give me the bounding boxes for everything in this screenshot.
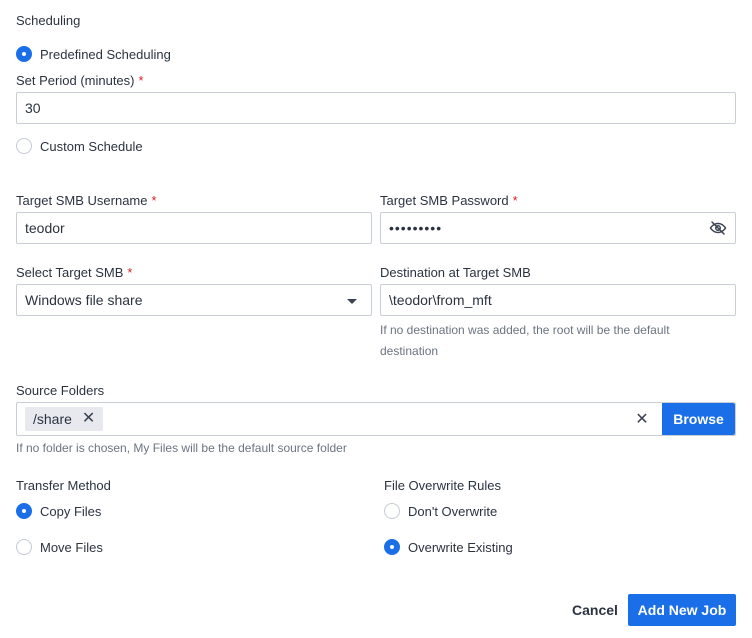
select-smb-label: Select Target SMB * <box>16 265 132 280</box>
predefined-scheduling-radio[interactable] <box>16 46 32 62</box>
smb-password-field[interactable]: ••••••••• <box>380 212 736 244</box>
destination-field[interactable] <box>380 284 736 316</box>
smb-username-field[interactable] <box>16 212 372 244</box>
required-mark: * <box>138 73 144 88</box>
source-folders-label: Source Folders <box>16 383 105 398</box>
add-new-job-button[interactable]: Add New Job <box>628 594 736 626</box>
smb-username-input[interactable] <box>25 220 363 236</box>
source-chip-label: /share <box>33 411 72 427</box>
required-mark: * <box>151 193 157 208</box>
scheduling-title: Scheduling <box>16 13 81 28</box>
copy-files-label: Copy Files <box>40 503 102 519</box>
destination-label: Destination at Target SMB <box>380 265 531 280</box>
predefined-scheduling-option[interactable]: Predefined Scheduling <box>16 46 171 62</box>
destination-help-line1: If no destination was added, the root wi… <box>380 323 670 337</box>
period-input[interactable] <box>25 100 727 116</box>
smb-username-label: Target SMB Username * <box>16 193 157 208</box>
transfer-method-title: Transfer Method <box>16 478 111 493</box>
dont-overwrite-label: Don't Overwrite <box>408 503 498 519</box>
custom-schedule-label: Custom Schedule <box>40 138 143 154</box>
overwrite-rules-title: File Overwrite Rules <box>384 478 502 493</box>
overwrite-existing-option[interactable]: Overwrite Existing <box>384 539 513 555</box>
period-label-text: Set Period (minutes) <box>16 73 135 88</box>
period-label: Set Period (minutes) * <box>16 73 144 88</box>
browse-button[interactable]: Browse <box>662 403 735 435</box>
destination-help: If no destination was added, the root wi… <box>380 320 670 362</box>
caret-down-icon <box>347 299 357 304</box>
eye-off-icon[interactable] <box>709 219 727 237</box>
source-chip: /share ✕ <box>25 407 104 431</box>
copy-files-option[interactable]: Copy Files <box>16 503 101 519</box>
required-mark: * <box>512 193 518 208</box>
dont-overwrite-option[interactable]: Don't Overwrite <box>384 503 497 519</box>
required-mark: * <box>127 265 133 280</box>
custom-schedule-radio[interactable] <box>16 138 32 154</box>
predefined-scheduling-label: Predefined Scheduling <box>40 46 171 62</box>
cancel-button[interactable]: Cancel <box>566 594 624 626</box>
custom-schedule-option[interactable]: Custom Schedule <box>16 138 143 154</box>
chip-remove-close-icon[interactable]: ✕ <box>82 411 95 427</box>
select-smb-value: Windows file share <box>25 292 143 308</box>
smb-password-label: Target SMB Password * <box>380 193 518 208</box>
source-chips: /share ✕ <box>17 407 622 431</box>
move-files-radio[interactable] <box>16 539 32 555</box>
clear-close-icon[interactable]: ✕ <box>622 409 662 429</box>
smb-password-label-text: Target SMB Password <box>380 193 509 208</box>
select-smb-label-text: Select Target SMB <box>16 265 124 280</box>
overwrite-existing-radio[interactable] <box>384 539 400 555</box>
smb-password-input[interactable]: ••••••••• <box>389 220 709 236</box>
copy-files-radio[interactable] <box>16 503 32 519</box>
move-files-label: Move Files <box>40 539 103 555</box>
smb-username-label-text: Target SMB Username <box>16 193 148 208</box>
overwrite-existing-label: Overwrite Existing <box>408 539 513 555</box>
dont-overwrite-radio[interactable] <box>384 503 400 519</box>
move-files-option[interactable]: Move Files <box>16 539 103 555</box>
source-folders-help: If no folder is chosen, My Files will be… <box>16 441 347 455</box>
destination-help-line2: destination <box>380 344 439 358</box>
period-field[interactable] <box>16 92 736 124</box>
destination-input[interactable] <box>389 292 727 308</box>
source-folders-field[interactable]: /share ✕ ✕ Browse <box>16 402 736 436</box>
select-smb-dropdown[interactable]: Windows file share <box>16 284 372 316</box>
